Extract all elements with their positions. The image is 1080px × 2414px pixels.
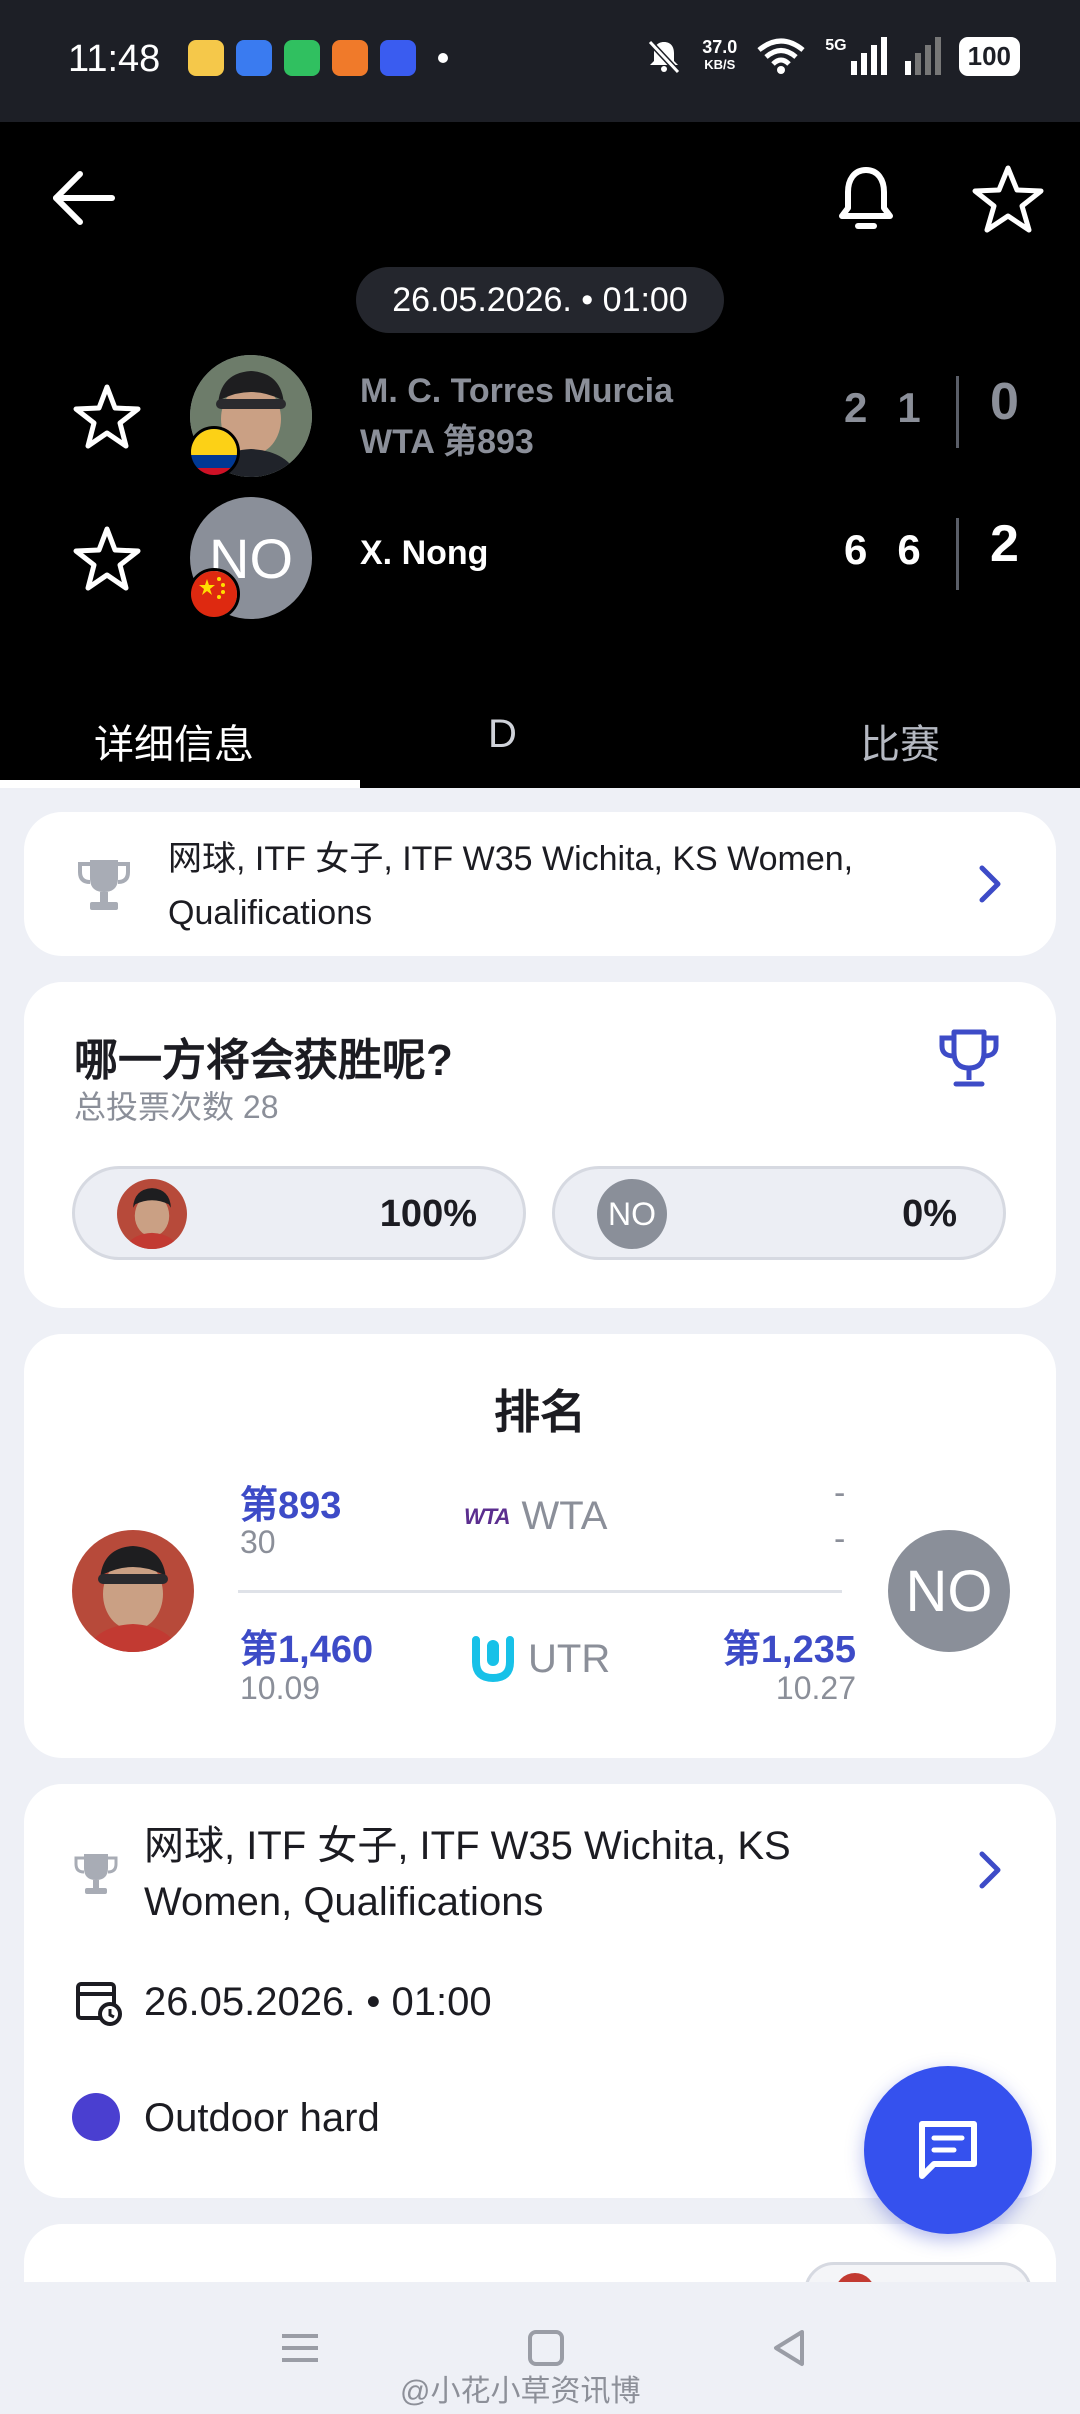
player-row-2: NO X. Nong 6 6 2: [0, 492, 1080, 622]
chevron-right-icon[interactable]: [972, 1848, 1008, 1892]
player2-name[interactable]: X. Nong: [360, 534, 488, 573]
utr-player2-rank: 第1,235: [722, 1629, 856, 1671]
match-header: 26.05.2026. • 01:00 M. C. Torres Murcia …: [0, 122, 1080, 788]
wta-player2-rank: -: [834, 1474, 846, 1512]
menu-icon[interactable]: [276, 2324, 324, 2372]
baidu-app-icon: [236, 40, 272, 76]
wifi-icon: [757, 38, 805, 74]
wta-logo: WTA WTA: [464, 1494, 607, 1539]
info-datetime: 26.05.2026. • 01:00: [144, 1980, 492, 2024]
player2-vote-pct: 0%: [902, 1193, 957, 1235]
player1-set-1: 2: [844, 384, 868, 431]
wta-player1-points: 30: [240, 1524, 276, 1560]
vote-player2-button[interactable]: NO 0%: [552, 1166, 1006, 1260]
tab-active-indicator: [0, 780, 360, 788]
tab-bar: 详细信息 D 比赛: [0, 682, 1080, 788]
tournament-name: 网球, ITF 女子, ITF W35 Wichita, KS Women, Q…: [168, 840, 854, 932]
surface-color-dot: [72, 2093, 120, 2141]
vote-card: 哪一方将会获胜呢? 总投票次数 28 100% NO 0%: [24, 982, 1056, 1308]
player1-sets: 2 1: [844, 384, 921, 432]
utr-label: UTR: [528, 1636, 611, 1681]
calendar-clock-icon: [76, 1982, 122, 2026]
trophy-small-icon: [74, 1854, 118, 1894]
info-tournament-name: 网球, ITF 女子, ITF W35 Wichita, KS Women, Q…: [144, 1824, 791, 1924]
china-flag-icon: [188, 568, 240, 620]
player1-set-2: 1: [897, 384, 921, 431]
utr-player1-rating: 10.09: [240, 1670, 321, 1706]
back-arrow-icon[interactable]: [48, 162, 120, 234]
tab-second[interactable]: D: [488, 712, 517, 757]
vote-total: 总投票次数 28: [74, 1089, 279, 1125]
browser-app-icon: [380, 40, 416, 76]
match-datetime-pill: 26.05.2026. • 01:00: [356, 267, 724, 333]
vote-player1-button[interactable]: 100%: [72, 1166, 526, 1260]
system-nav-bar: @小花小草资讯博: [0, 2282, 1080, 2414]
status-bar: 11:48 37.0 KB/S 5G 100: [0, 0, 1080, 122]
player1-vote-pct: 100%: [379, 1193, 477, 1235]
notification-icons: [188, 40, 448, 76]
status-time: 11:48: [68, 38, 161, 80]
player2-sets: 6 6: [844, 526, 921, 574]
wta-label: WTA: [521, 1494, 608, 1538]
player2-star-icon[interactable]: [72, 524, 142, 594]
score-divider: [956, 518, 959, 590]
battery-app-icon: [284, 40, 320, 76]
status-right: 37.0 KB/S 5G 100: [644, 36, 1020, 76]
battery-indicator: 100: [958, 36, 1020, 76]
player1-star-icon[interactable]: [72, 382, 142, 452]
signal-icon: 5G: [825, 37, 887, 75]
wta-mark-icon: WTA: [464, 1503, 510, 1529]
watermark: @小花小草资讯博: [400, 2375, 641, 2408]
player2-set-1: 6: [844, 526, 868, 573]
network-speed: 37.0 KB/S: [702, 37, 738, 73]
player1-ranking-avatar[interactable]: [72, 1530, 194, 1652]
more-notifications-dot: [438, 53, 448, 63]
back-triangle-icon[interactable]: [766, 2324, 814, 2372]
ranking-title: 排名: [494, 1386, 586, 1438]
player2-games: 2: [990, 515, 1019, 573]
wta-player2-points: -: [834, 1520, 846, 1558]
speed-unit: KB/S: [704, 57, 736, 72]
score-divider: [956, 376, 959, 448]
wta-player1-rank: 第893: [240, 1485, 342, 1527]
bell-icon[interactable]: [830, 162, 902, 234]
player1-name[interactable]: M. C. Torres Murcia: [360, 372, 673, 411]
player1-rank: WTA 第893: [360, 423, 534, 461]
utr-player1-rank: 第1,460: [240, 1629, 374, 1671]
player1-vote-avatar: [117, 1179, 187, 1249]
colombia-flag-icon: [188, 426, 240, 478]
chat-fab-button[interactable]: [864, 2066, 1032, 2234]
utr-logo: UTR: [468, 1634, 610, 1684]
utr-player2-rating: 10.27: [775, 1670, 856, 1706]
player2-ranking-avatar[interactable]: NO: [888, 1530, 1010, 1652]
tournament-card[interactable]: 网球, ITF 女子, ITF W35 Wichita, KS Women, Q…: [24, 812, 1056, 956]
signal-2-icon: [904, 37, 941, 75]
tab-details[interactable]: 详细信息: [94, 712, 254, 770]
ranking-card: 排名 NO 第893 30 WTA WTA - - 第1,460 10.09 U…: [24, 1334, 1056, 1758]
favorite-star-icon[interactable]: [970, 162, 1046, 238]
speed-value: 37.0: [702, 37, 738, 57]
network-type: 5G: [825, 37, 847, 54]
ranking-divider: [238, 1590, 842, 1593]
home-square-icon[interactable]: [522, 2324, 570, 2372]
player1-games: 0: [990, 373, 1019, 431]
vote-title: 哪一方将会获胜呢?: [74, 1036, 453, 1085]
player2-set-2: 6: [897, 526, 921, 573]
trophy-outline-icon: [939, 1029, 999, 1087]
tab-matches[interactable]: 比赛: [860, 712, 940, 770]
info-surface: Outdoor hard: [144, 2096, 380, 2140]
player-row-1: M. C. Torres Murcia WTA 第893 2 1 0: [0, 350, 1080, 480]
player2-vote-avatar: NO: [597, 1179, 667, 1249]
weibo-app-icon: [188, 40, 224, 76]
trophy-icon: [78, 860, 130, 910]
chevron-right-icon[interactable]: [972, 862, 1008, 906]
mute-icon: [648, 39, 681, 75]
chat-icon: [919, 2121, 977, 2179]
news-app-icon: [332, 40, 368, 76]
utr-mark-icon: [472, 1636, 514, 1683]
